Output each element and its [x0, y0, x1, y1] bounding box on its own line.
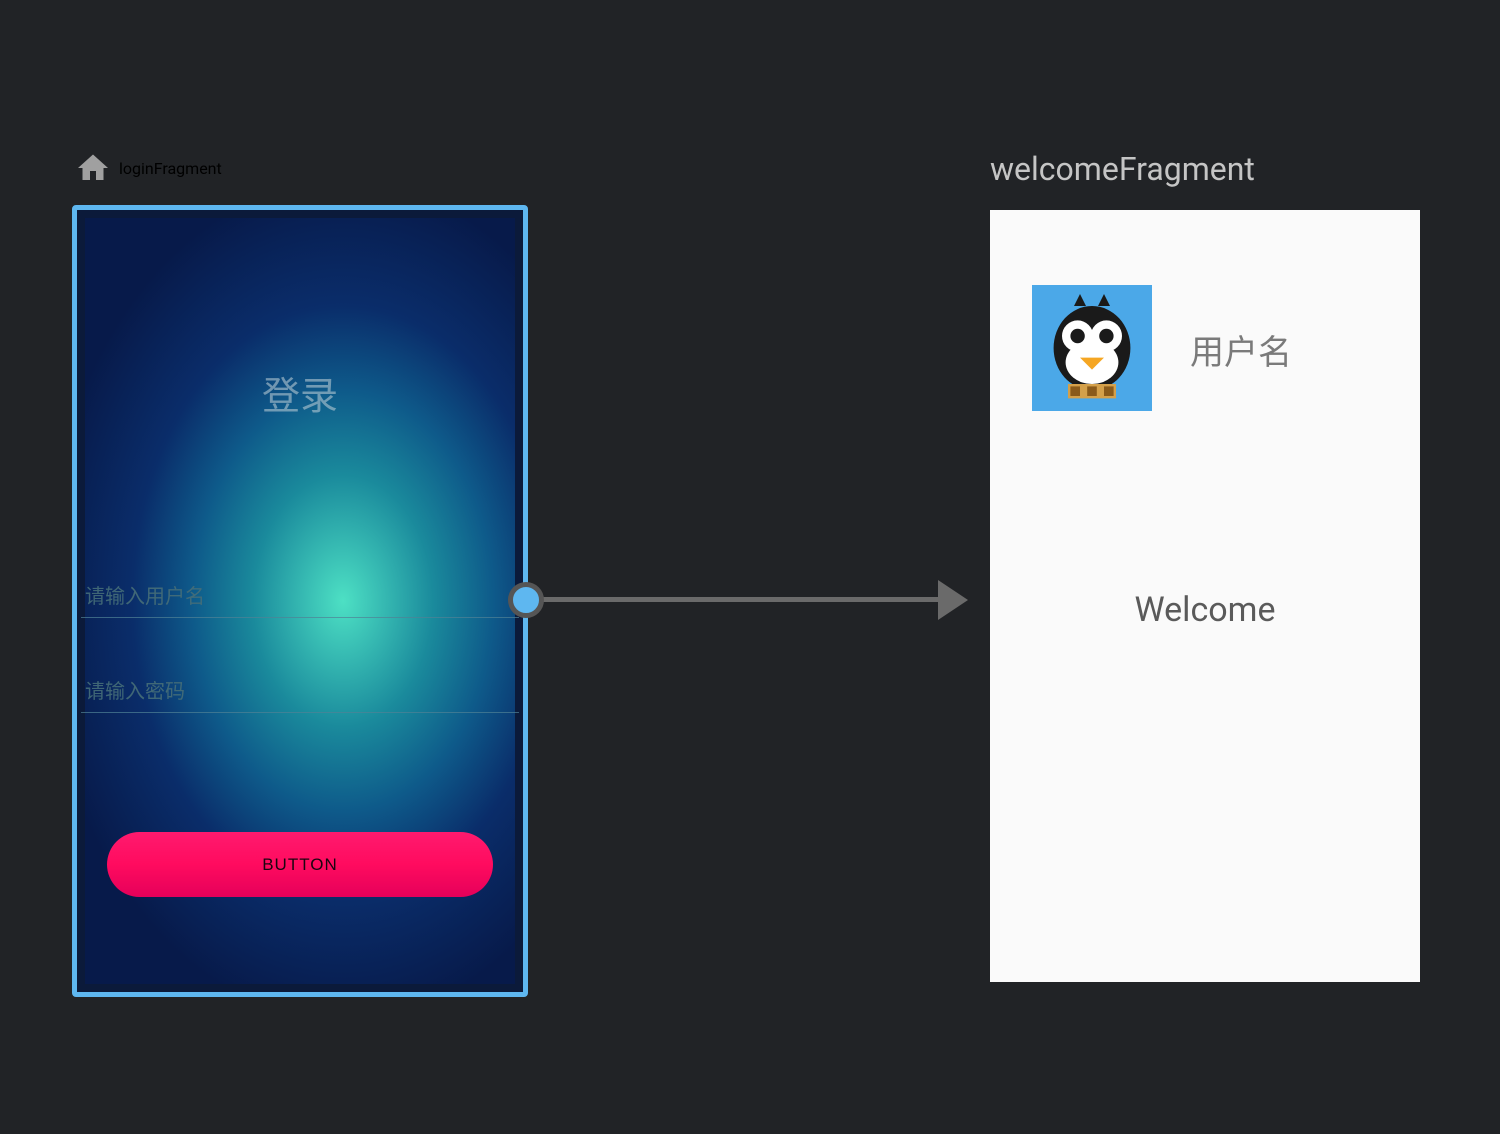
navigation-arrow-head [938, 580, 968, 620]
navigation-action-handle[interactable] [508, 582, 544, 618]
welcome-fragment-label: welcomeFragment [990, 150, 1255, 188]
username-input[interactable] [81, 578, 519, 618]
login-fragment-header: loginFragment [75, 150, 222, 186]
username-label: 用户名 [1190, 325, 1292, 374]
password-input[interactable] [81, 673, 519, 713]
home-icon [75, 150, 111, 186]
login-button[interactable]: BUTTON [107, 832, 493, 897]
navigation-arrow-line [540, 597, 945, 602]
login-title: 登录 [77, 365, 523, 420]
login-fragment-frame[interactable]: 登录 BUTTON [72, 205, 528, 997]
avatar [1032, 285, 1152, 411]
welcome-fragment-frame[interactable]: 用户名 Welcome [990, 210, 1420, 982]
login-fragment-label: loginFragment [119, 159, 222, 178]
welcome-text: Welcome [990, 590, 1420, 630]
